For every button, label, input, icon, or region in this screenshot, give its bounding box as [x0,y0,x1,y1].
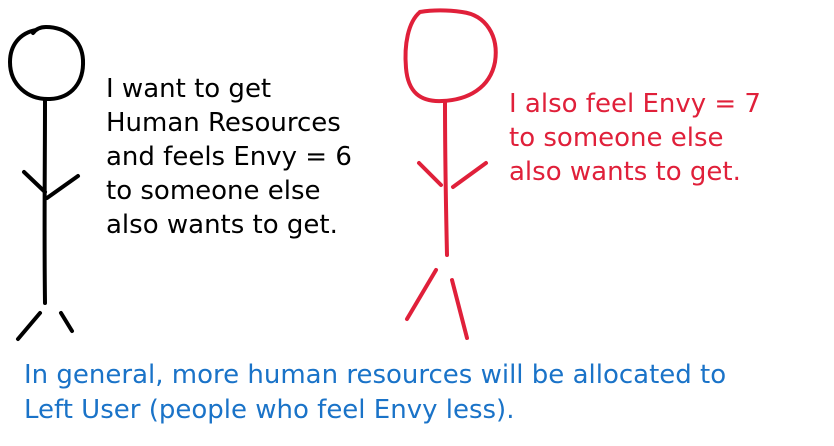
left-user-leg-right [59,311,74,333]
left-user-figure [8,25,86,341]
left-user-arm-left [22,170,47,194]
left-user-speech: I want to get Human Resources and feels … [106,74,352,240]
left-user-arm-right [45,174,80,200]
right-user-arm-left [417,161,443,187]
right-user-speech: I also feel Envy = 7 to someone else als… [509,89,761,187]
right-user-figure [403,8,498,340]
left-user-leg-left [16,311,42,341]
right-user-leg-left [405,268,438,321]
right-user-leg-right [450,278,469,340]
right-user-body [443,99,449,257]
left-user-head [8,25,86,102]
summary-text: In general, more human resources will be… [24,360,727,425]
right-user-arm-right [451,161,488,189]
right-user-head [403,8,498,104]
